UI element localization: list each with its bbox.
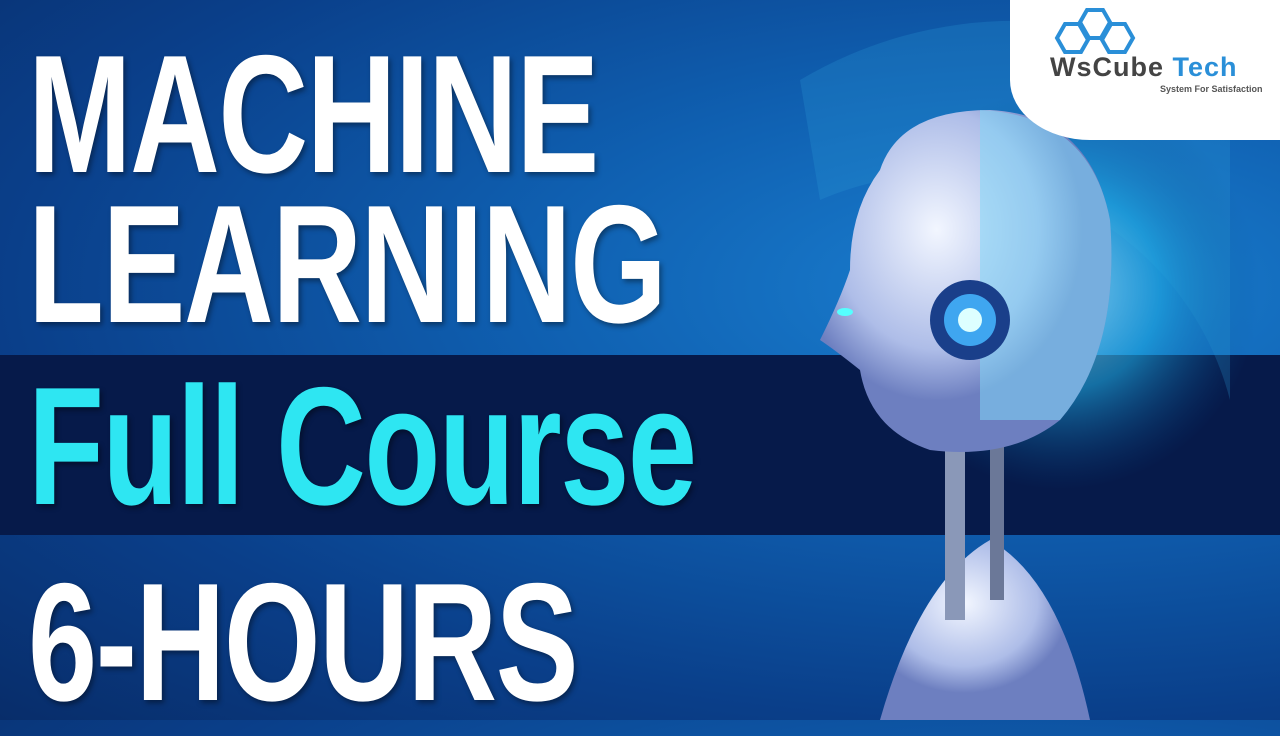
logo-name-part2: Tech (1172, 52, 1238, 82)
title-full-course: Full Course (28, 352, 697, 540)
logo-tagline: System For Satisfaction (1160, 84, 1263, 94)
wscube-tech-logo: WsCube Tech System For Satisfaction (1010, 0, 1280, 140)
logo-name-part1: WsCube (1050, 52, 1164, 82)
hexagon-logo-icon (1054, 8, 1136, 54)
title-learning: LEARNING (28, 170, 667, 358)
title-duration: 6-HOURS (28, 548, 579, 736)
